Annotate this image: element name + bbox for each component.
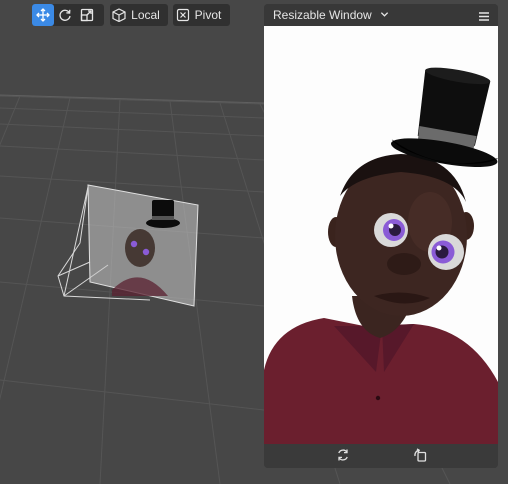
scale-tool-button[interactable] <box>76 4 98 26</box>
scene-screen-plane <box>87 184 199 307</box>
chevron-down-icon[interactable] <box>380 6 389 24</box>
lens-preview-image <box>264 67 498 444</box>
googly-eye-left <box>374 213 408 247</box>
pivot-button[interactable]: Pivot <box>173 4 230 26</box>
rotate-icon <box>58 8 72 22</box>
pivot-label: Pivot <box>194 8 222 22</box>
move-icon <box>36 8 50 22</box>
rotate-device-icon[interactable] <box>413 448 427 467</box>
hamburger-menu-icon[interactable] <box>478 9 490 27</box>
preview-canvas[interactable] <box>264 26 498 444</box>
move-tool-button[interactable] <box>32 4 54 26</box>
scale-icon <box>80 8 94 22</box>
local-space-button[interactable]: Local <box>110 4 168 26</box>
local-space-label: Local <box>131 8 160 22</box>
preview-panel: Resizable Window <box>264 4 498 468</box>
transform-tools <box>32 4 104 26</box>
googly-eye-right <box>428 234 464 270</box>
preview-header: Resizable Window <box>264 4 498 26</box>
preview-footer <box>264 444 498 468</box>
pivot-toggle-group: Pivot <box>173 4 230 26</box>
cube-icon <box>112 8 126 22</box>
rotate-tool-button[interactable] <box>54 4 76 26</box>
refresh-icon[interactable] <box>336 448 350 467</box>
space-toggle-group: Local <box>110 4 168 26</box>
preview-window-title[interactable]: Resizable Window <box>273 8 372 22</box>
pivot-icon <box>176 8 190 22</box>
